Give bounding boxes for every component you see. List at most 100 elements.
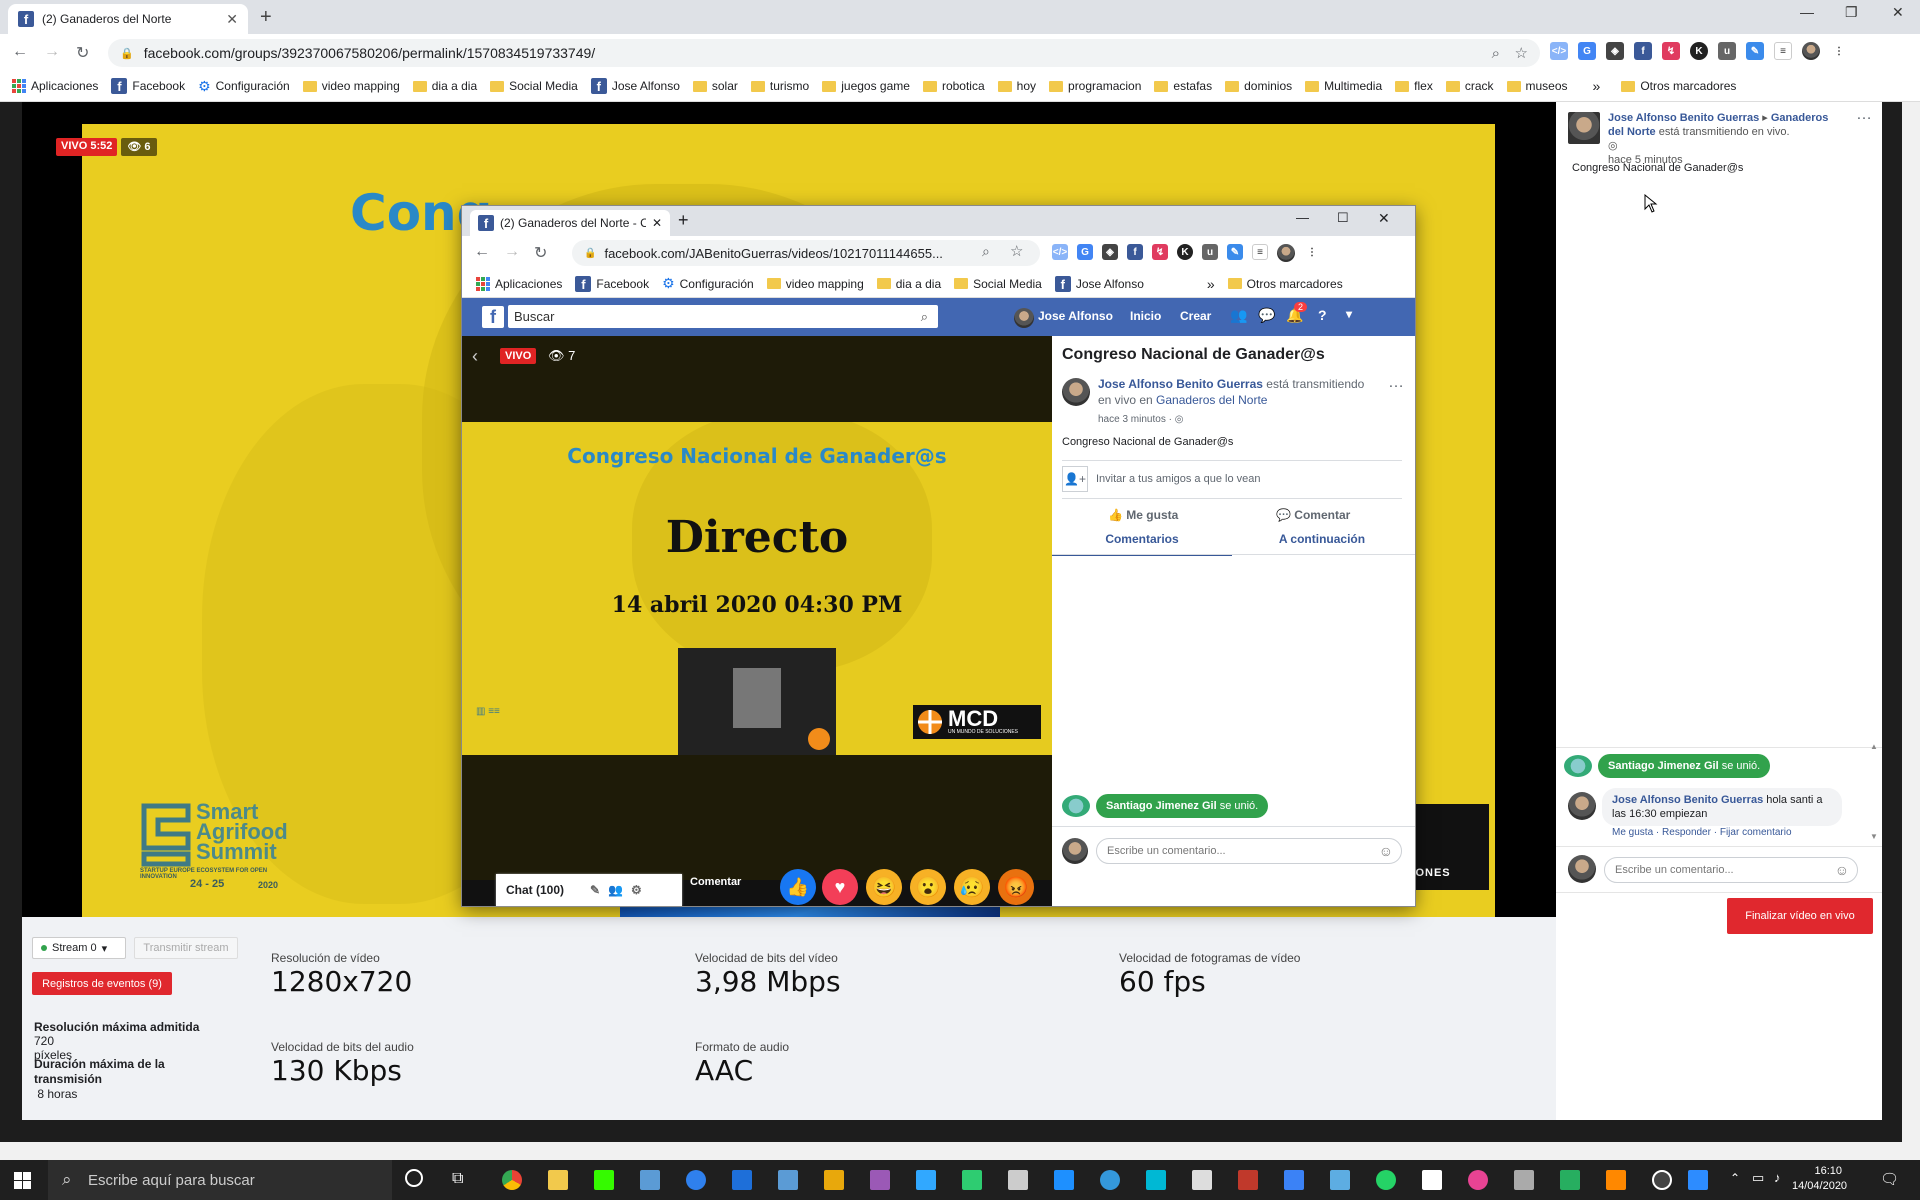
extension-k-icon[interactable]: K <box>1177 244 1193 260</box>
taskbar-search[interactable]: ⌕ Escribe aquí para buscar <box>48 1160 392 1200</box>
emoji-icon[interactable]: ☺ <box>1835 862 1849 878</box>
profile-avatar[interactable] <box>1277 244 1295 262</box>
search-icon[interactable]: ⌕ <box>921 309 928 325</box>
comment-like-link[interactable]: Me gusta <box>1612 827 1653 838</box>
extension-plug-icon[interactable]: ↯ <box>1152 244 1168 260</box>
like-button[interactable]: 👍 Me gusta <box>1108 508 1178 522</box>
chrome-taskbar-icon[interactable] <box>502 1170 522 1190</box>
music-icon[interactable] <box>1468 1170 1488 1190</box>
bookmark-folder[interactable]: Multimedia <box>1305 79 1382 93</box>
clock[interactable]: 16:10 14/04/2020 <box>1792 1164 1847 1194</box>
bookmark-folder[interactable]: video mapping <box>302 79 400 93</box>
bookmark-facebook[interactable]: f Facebook <box>111 78 185 94</box>
bookmark-folder[interactable]: dominios <box>1225 79 1292 93</box>
account-menu-chevron-icon[interactable]: ▾ <box>1346 307 1352 321</box>
sad-reaction-icon[interactable]: 😥 <box>954 869 990 905</box>
cortana-icon[interactable] <box>405 1169 423 1187</box>
app-icon[interactable] <box>1284 1170 1304 1190</box>
facebook-search-input[interactable]: Buscar ⌕ <box>508 305 938 328</box>
reload-icon[interactable]: ↻ <box>76 43 89 63</box>
more-bookmarks-chevron[interactable]: » <box>1593 78 1601 94</box>
extension-code-icon[interactable]: </> <box>1052 244 1068 260</box>
back-icon[interactable]: ← <box>474 243 490 261</box>
app-icon[interactable] <box>1330 1170 1350 1190</box>
app-icon[interactable] <box>1008 1170 1028 1190</box>
comment-pin-link[interactable]: Fijar comentario <box>1720 827 1792 838</box>
bookmark-jose-alfonso[interactable]: f Jose Alfonso <box>590 78 680 94</box>
messenger-icon[interactable]: 💬 <box>1258 307 1275 324</box>
comment-input[interactable]: Escribe un comentario... ☺ <box>1604 857 1858 883</box>
maximize-icon[interactable]: ❐ <box>1845 4 1858 21</box>
bookmark-folder[interactable]: dia a dia <box>876 277 941 291</box>
address-bar[interactable]: 🔒 facebook.com/groups/392370067580206/pe… <box>108 39 1540 67</box>
forward-icon[interactable]: → <box>504 243 520 261</box>
zoom-icon[interactable]: ⌕ <box>982 243 990 260</box>
notifications-icon[interactable]: 🗨 <box>1880 1170 1899 1188</box>
task-view-icon[interactable]: ⧉ <box>452 1170 463 1188</box>
menu-kebab-icon[interactable]: ⋮ <box>1304 244 1320 260</box>
finish-live-button[interactable]: Finalizar vídeo en vivo <box>1727 898 1873 934</box>
author-link[interactable]: Jose Alfonso Benito Guerras <box>1098 377 1263 391</box>
bookmark-facebook[interactable]: f Facebook <box>575 275 649 292</box>
bookmark-folder[interactable]: robotica <box>922 79 985 93</box>
bookmark-jose-alfonso[interactable]: f Jose Alfonso <box>1054 275 1144 292</box>
bookmark-configuracion[interactable]: ⚙ Configuración <box>662 275 754 292</box>
network-icon[interactable]: ▭ <box>1752 1170 1764 1186</box>
volume-icon[interactable]: ♪ <box>1774 1170 1781 1185</box>
bookmark-folder[interactable]: solar <box>692 79 738 93</box>
comment-reply-link[interactable]: Responder <box>1662 827 1711 838</box>
bookmark-folder[interactable]: video mapping <box>766 277 864 291</box>
extension-k-icon[interactable]: K <box>1690 42 1708 60</box>
chevron-left-icon[interactable]: ‹ <box>472 346 478 367</box>
bookmark-apps[interactable]: Aplicaciones <box>476 276 562 291</box>
scroll-down-icon[interactable]: ▼ <box>1870 832 1878 841</box>
chat-bar[interactable]: Chat (100) ✎ 👥 ⚙ <box>496 874 682 906</box>
davinci-icon[interactable] <box>1100 1170 1120 1190</box>
bookmark-folder[interactable]: crack <box>1445 79 1494 93</box>
extension-shield-icon[interactable]: ◈ <box>1606 42 1624 60</box>
bookmark-other[interactable]: Otros marcadores <box>1621 79 1736 93</box>
angry-reaction-icon[interactable]: 😡 <box>998 869 1034 905</box>
media-control-icon[interactable]: ≡ <box>1774 42 1792 60</box>
extension-u-icon[interactable]: u <box>1202 244 1218 260</box>
extension-pen-icon[interactable]: ✎ <box>1227 244 1243 260</box>
page-scrollbar[interactable] <box>1902 102 1920 1142</box>
maximize-icon[interactable]: ☐ <box>1337 210 1349 226</box>
event-log-button[interactable]: Registros de eventos (9) <box>32 972 172 995</box>
file-explorer-icon[interactable] <box>548 1170 568 1190</box>
bookmark-folder[interactable]: flex <box>1395 79 1433 93</box>
more-bookmarks-chevron[interactable]: » <box>1207 276 1215 292</box>
premiere-icon[interactable] <box>870 1170 890 1190</box>
notepad-icon[interactable] <box>1422 1170 1442 1190</box>
facebook-extension-icon[interactable]: f <box>1127 244 1143 260</box>
bookmark-folder[interactable]: dia a dia <box>412 79 477 93</box>
comment-action-button[interactable]: 💬 Comentar <box>1276 508 1350 522</box>
haha-reaction-icon[interactable]: 😆 <box>866 869 902 905</box>
more-options-icon[interactable]: … <box>1856 106 1872 124</box>
help-icon[interactable]: ? <box>1318 307 1327 323</box>
extension-plug-icon[interactable]: ↯ <box>1662 42 1680 60</box>
comment-author[interactable]: Jose Alfonso Benito Guerras <box>1612 794 1763 806</box>
app-icon[interactable] <box>1054 1170 1074 1190</box>
emoji-icon[interactable]: ☺ <box>1379 843 1393 859</box>
profile-avatar[interactable] <box>1802 42 1820 60</box>
transmit-stream-button[interactable]: Transmitir stream <box>134 937 238 959</box>
facebook-extension-icon[interactable]: f <box>1634 42 1652 60</box>
translate-extension-icon[interactable]: G <box>1077 244 1093 260</box>
group-link[interactable]: Ganaderos del Norte <box>1156 393 1267 407</box>
close-tab-icon[interactable]: ✕ <box>226 11 238 28</box>
tray-chevron-icon[interactable]: ⌃ <box>1730 1171 1740 1185</box>
filezilla-icon[interactable] <box>1238 1170 1258 1190</box>
more-options-icon[interactable]: … <box>1388 374 1404 392</box>
close-window-icon[interactable]: ✕ <box>1892 4 1904 21</box>
author-avatar[interactable] <box>1568 112 1600 144</box>
wow-reaction-icon[interactable]: 😮 <box>910 869 946 905</box>
inner-browser-tab[interactable]: f (2) Ganaderos del Norte - Congr ✕ <box>470 210 670 236</box>
extension-code-icon[interactable]: </> <box>1550 42 1568 60</box>
browser-tab[interactable]: f (2) Ganaderos del Norte ✕ <box>8 4 248 34</box>
bookmark-folder[interactable]: Social Media <box>954 277 1042 291</box>
close-tab-icon[interactable]: ✕ <box>652 216 662 230</box>
author-avatar[interactable] <box>1062 378 1090 406</box>
comment-button[interactable]: Comentar <box>690 876 741 888</box>
scroll-up-icon[interactable]: ▲ <box>1870 742 1878 751</box>
